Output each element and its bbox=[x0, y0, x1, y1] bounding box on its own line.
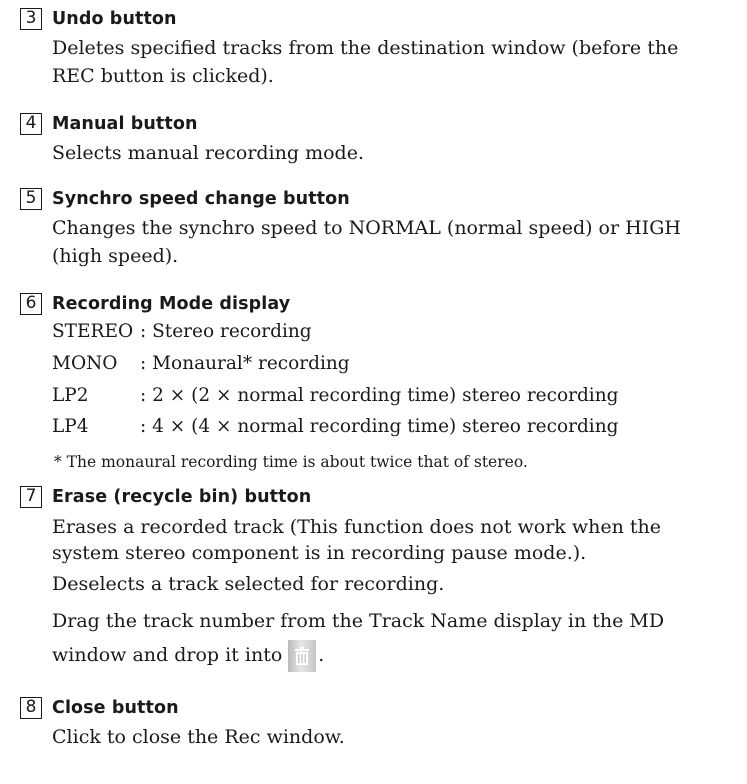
section-title: Manual button bbox=[52, 114, 198, 134]
manual-page: 3 Undo button Deletes specified tracks f… bbox=[0, 0, 747, 784]
section-manual-heading: 4 Manual button bbox=[20, 113, 198, 135]
section-text-line: Selects manual recording mode. bbox=[52, 142, 364, 164]
section-undo-heading: 3 Undo button bbox=[20, 8, 177, 30]
section-synchro-speed-heading: 5 Synchro speed change button bbox=[20, 188, 350, 210]
section-text-line: REC button is clicked). bbox=[52, 65, 274, 87]
drag-drop-line: window and drop it into . bbox=[52, 640, 324, 672]
section-number-badge: 6 bbox=[20, 293, 42, 315]
section-title: Close button bbox=[52, 698, 179, 718]
section-title: Recording Mode display bbox=[52, 294, 291, 314]
section-number-badge: 3 bbox=[20, 8, 42, 30]
section-number-badge: 4 bbox=[20, 113, 42, 135]
mode-description: : Stereo recording bbox=[140, 321, 312, 342]
mode-term: LP2 bbox=[52, 385, 89, 406]
section-text-line: Drag the track number from the Track Nam… bbox=[52, 610, 665, 632]
mode-term: MONO bbox=[52, 353, 118, 374]
drag-drop-text: window and drop it into bbox=[52, 644, 283, 666]
section-text-line: Erases a recorded track (This function d… bbox=[52, 516, 661, 538]
section-text-line: Changes the synchro speed to NORMAL (nor… bbox=[52, 217, 681, 239]
mode-term: STEREO bbox=[52, 321, 134, 342]
section-recording-mode-heading: 6 Recording Mode display bbox=[20, 293, 290, 315]
section-title: Erase (recycle bin) button bbox=[52, 487, 312, 507]
section-text-line: Deselects a track selected for recording… bbox=[52, 573, 445, 595]
section-text-line: Deletes specified tracks from the destin… bbox=[52, 37, 679, 59]
footnote: * The monaural recording time is about t… bbox=[54, 453, 528, 471]
section-text-line: system stereo component is in recording … bbox=[52, 542, 587, 564]
section-number-badge: 7 bbox=[20, 486, 42, 508]
section-title: Undo button bbox=[52, 9, 177, 29]
section-erase-heading: 7 Erase (recycle bin) button bbox=[20, 486, 311, 508]
section-text-line: Click to close the Rec window. bbox=[52, 726, 345, 748]
section-text-line: (high speed). bbox=[52, 245, 179, 267]
recycle-bin-icon bbox=[288, 640, 317, 672]
section-title: Synchro speed change button bbox=[52, 189, 350, 209]
mode-description: : 2 × (2 × normal recording time) stereo… bbox=[140, 385, 619, 406]
section-close-heading: 8 Close button bbox=[20, 697, 179, 719]
section-number-badge: 5 bbox=[20, 188, 42, 210]
mode-description: : Monaural* recording bbox=[140, 353, 350, 374]
mode-description: : 4 × (4 × normal recording time) stereo… bbox=[140, 416, 619, 437]
drag-drop-period: . bbox=[318, 644, 325, 666]
section-number-badge: 8 bbox=[20, 697, 42, 719]
mode-term: LP4 bbox=[52, 416, 89, 437]
